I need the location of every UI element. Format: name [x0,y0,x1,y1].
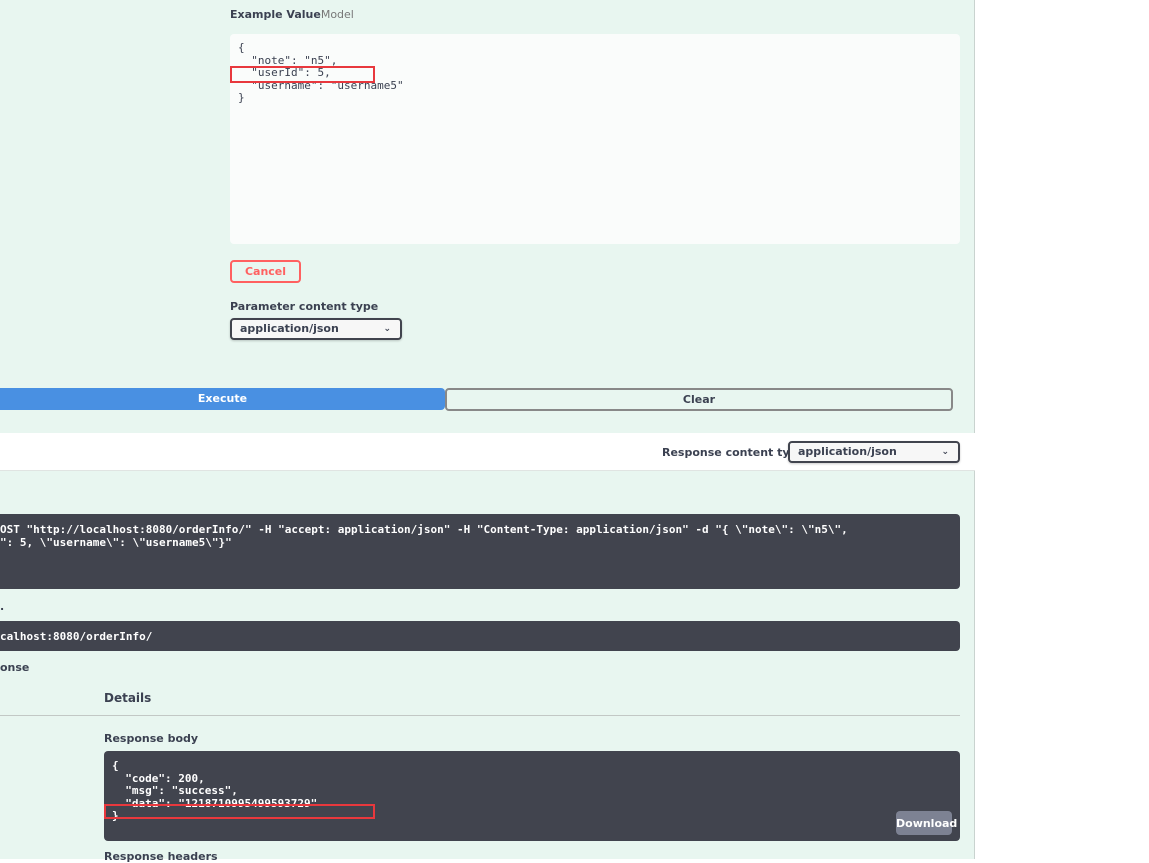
highlight-box-data [104,804,375,819]
clear-button[interactable]: Clear [445,388,953,411]
tab-model[interactable]: Model [321,8,354,21]
request-url-block[interactable]: calhost:8080/orderInfo/ [0,621,960,651]
response-body-label: Response body [104,732,199,745]
example-value-tabs: Example ValueModel [230,8,354,21]
chevron-down-icon: ⌄ [383,324,391,334]
curl-block[interactable]: OST "http://localhost:8080/orderInfo/" -… [0,514,960,589]
body-line: "code": 200, [112,771,205,785]
tab-example-value[interactable]: Example Value [230,8,321,21]
server-response-label: onse [0,661,30,674]
curl-line: ": 5, \"username\": \"username5\"}" [0,535,232,549]
cancel-button[interactable]: Cancel [230,260,301,283]
highlight-box-userid [230,66,375,83]
body-line: { [112,759,119,772]
parameter-content-type-label: Parameter content type [230,300,379,313]
select-value: application/json [240,322,339,335]
response-body-block[interactable]: { "code": 200, "msg": "success", "data":… [104,751,960,841]
request-url-label: . [0,600,5,613]
details-header: Details [104,691,152,705]
editor-line: { [238,41,245,54]
body-line: "msg": "success", [112,784,238,797]
download-button[interactable]: Download [896,811,957,835]
parameter-content-type-select[interactable]: application/json ⌄ [230,318,402,340]
chevron-down-icon: ⌄ [941,447,949,457]
curl-line: OST "http://localhost:8080/orderInfo/" -… [0,523,848,536]
response-content-type-label: Response content type [662,446,805,459]
response-content-type-select[interactable]: application/json ⌄ [788,441,960,463]
response-headers-label: Response headers [104,850,218,863]
editor-line: } [238,91,245,104]
execute-button[interactable]: Execute [0,388,445,410]
operation-panel: Example ValueModel { "note": "n5", "user… [0,0,975,863]
select-value: application/json [798,445,897,458]
divider [0,715,960,716]
